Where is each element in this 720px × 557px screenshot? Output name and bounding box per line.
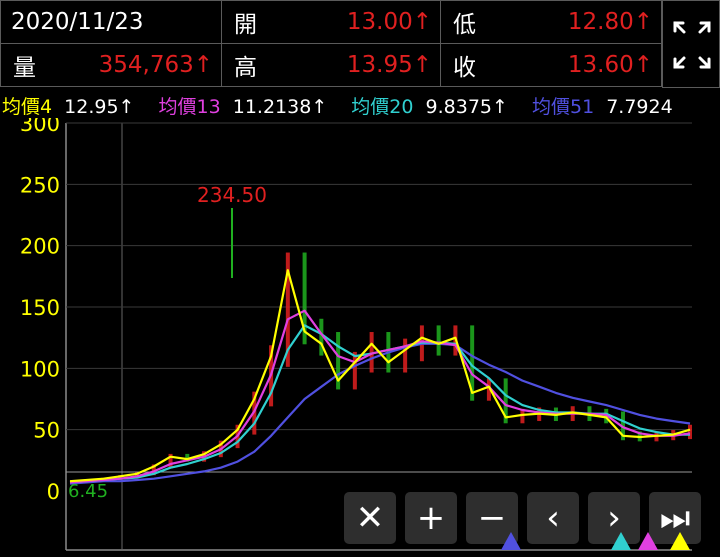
open-label: 開: [234, 12, 257, 38]
ma20-legend: 均價20 9.8375↑: [351, 92, 508, 119]
y-tick-label: 300: [20, 118, 60, 136]
candle-bar: [688, 424, 692, 440]
high-cell: 高 13.95↑: [221, 43, 441, 87]
low-label: 低: [453, 12, 476, 38]
high-label: 高: [234, 55, 257, 81]
low-value: 12.80↑: [567, 9, 653, 35]
ma20-label: 均價20: [351, 96, 414, 118]
ma-line-0: [69, 269, 691, 483]
volume-label: 量: [13, 55, 36, 81]
expand-icon: [673, 21, 711, 69]
ma-line-1: [69, 309, 691, 484]
ma4-value: 12.95↑: [64, 96, 135, 118]
y-tick-label: 250: [20, 173, 60, 197]
close-cell: 收 13.60↑: [440, 43, 662, 87]
close-button[interactable]: ✕: [344, 492, 396, 544]
open-value: 13.00↑: [346, 9, 432, 35]
fullscreen-button[interactable]: [662, 0, 720, 88]
series-marker-1: [611, 532, 631, 550]
ma13-legend: 均價13 11.2138↑: [159, 92, 328, 119]
min-price-label: 6.45: [68, 481, 108, 502]
zoom-in-icon: +: [416, 498, 446, 538]
series-marker-2: [638, 532, 658, 550]
open-cell: 開 13.00↑: [221, 0, 441, 44]
y-tick-label: 200: [20, 235, 60, 259]
y-tick-label: 100: [20, 357, 60, 381]
ma13-label: 均價13: [158, 96, 221, 118]
volume-value: 354,763↑: [98, 52, 213, 78]
high-value: 13.95↑: [346, 52, 432, 78]
prev-icon: ‹: [546, 498, 560, 538]
max-price-label: 234.50: [197, 183, 267, 207]
moving-average-legend: 均價4 12.95↑ 均價13 11.2138↑ 均價20 9.8375↑ 均價…: [0, 92, 720, 120]
ma13-value: 11.2138↑: [232, 96, 328, 118]
ma20-value: 9.8375↑: [425, 96, 508, 118]
close-icon: ✕: [355, 498, 385, 538]
y-tick-label: 150: [20, 296, 60, 320]
zoom-in-button[interactable]: +: [405, 492, 457, 544]
candle-bar: [403, 338, 408, 373]
date-cell: 2020/11/23: [0, 0, 222, 44]
prev-button[interactable]: ‹: [527, 492, 579, 544]
y-tick-label: 0: [47, 480, 60, 504]
ma51-value: 7.7924: [606, 96, 673, 118]
series-marker-0: [501, 532, 521, 550]
y-tick-label: 50: [33, 419, 60, 443]
close-label: 收: [453, 55, 476, 81]
ma4-label: 均價4: [2, 96, 53, 118]
date: 2020/11/23: [11, 9, 144, 35]
volume-cell: 量 354,763↑: [0, 43, 222, 87]
series-marker-3: [670, 532, 690, 550]
close-value: 13.60↑: [567, 52, 653, 78]
low-cell: 低 12.80↑: [440, 0, 662, 44]
candle-bar: [352, 351, 357, 390]
ma51-legend: 均價51 7.7924: [532, 92, 673, 119]
ma51-label: 均價51: [531, 96, 595, 118]
ma4-legend: 均價4 12.95↑: [2, 92, 134, 119]
quote-header: 2020/11/23 開 13.00↑ 低 12.80↑ 量 354,763↑ …: [0, 0, 720, 88]
candle-bar: [436, 325, 441, 356]
